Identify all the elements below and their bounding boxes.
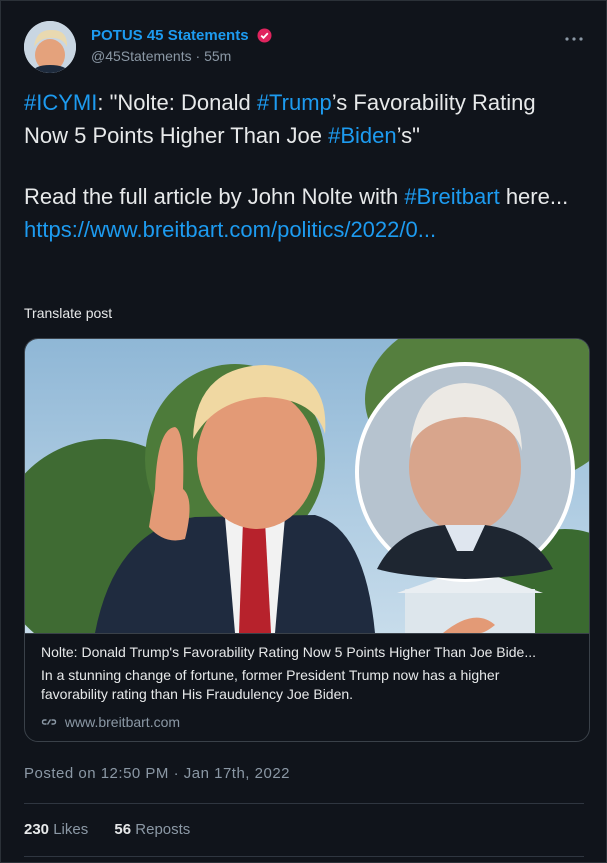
text-segment: here...	[499, 184, 569, 209]
time-ago[interactable]: 55m	[204, 48, 231, 64]
likes-label: Likes	[53, 821, 89, 838]
card-body[interactable]: Nolte: Donald Trump's Favorability Ratin…	[25, 633, 589, 741]
hashtag-breitbart[interactable]: #Breitbart	[404, 184, 499, 209]
reposts-count: 56	[114, 821, 132, 838]
article-link[interactable]: https://www.breitbart.com/politics/2022/…	[24, 217, 436, 242]
card-title[interactable]: Nolte: Donald Trump's Favorability Ratin…	[41, 644, 577, 660]
hashtag-biden[interactable]: #Biden	[328, 123, 397, 148]
likes-stat[interactable]: 230 Likes	[24, 821, 88, 838]
reposts-label: Reposts	[135, 821, 191, 838]
handle[interactable]: @45Statements	[91, 48, 192, 64]
verified-badge-icon	[257, 28, 272, 43]
hashtag-icymi[interactable]: #ICYMI	[24, 90, 97, 115]
divider	[24, 856, 584, 857]
card-domain-text: www.breitbart.com	[64, 714, 181, 730]
text-segment: Read the full article by John Nolte with	[24, 184, 405, 209]
avatar[interactable]	[24, 21, 76, 73]
text-segment: ’s"	[396, 123, 420, 148]
card-description: In a stunning change of fortune, former …	[41, 667, 500, 702]
card-domain[interactable]: www.breitbart.com	[41, 714, 180, 730]
post-text: #ICYMI: "Nolte: Donald #Trump’s Favorabi…	[24, 86, 584, 246]
author-names: POTUS 45 Statements @45Statements · 55m	[91, 27, 272, 64]
link-preview-card[interactable]: Nolte: Donald Trump's Favorability Ratin…	[24, 338, 590, 742]
divider	[24, 803, 584, 804]
likes-count: 230	[24, 821, 50, 838]
engagement-stats: 230 Likes 56 Reposts	[24, 821, 212, 838]
post-paragraph-2: Read the full article by John Nolte with…	[24, 180, 584, 213]
display-name[interactable]: POTUS 45 Statements	[91, 27, 249, 44]
post-link-paragraph: https://www.breitbart.com/politics/2022/…	[24, 213, 584, 246]
text-segment: : "Nolte: Donald	[97, 90, 257, 115]
ellipsis-icon[interactable]	[564, 29, 584, 49]
post-paragraph-1: #ICYMI: "Nolte: Donald #Trump’s Favorabi…	[24, 86, 584, 152]
link-icon	[41, 714, 65, 730]
card-image[interactable]	[25, 339, 589, 659]
hashtag-trump[interactable]: #Trump	[257, 90, 332, 115]
handle-row: @45Statements · 55m	[91, 48, 272, 64]
post-timestamp[interactable]: Posted on 12:50 PM · Jan 17th, 2022	[24, 765, 290, 782]
translate-post-button[interactable]: Translate post	[24, 305, 112, 321]
post-header: POTUS 45 Statements @45Statements · 55m	[24, 21, 584, 75]
separator: ·	[195, 48, 201, 64]
reposts-stat[interactable]: 56 Reposts	[114, 821, 190, 838]
